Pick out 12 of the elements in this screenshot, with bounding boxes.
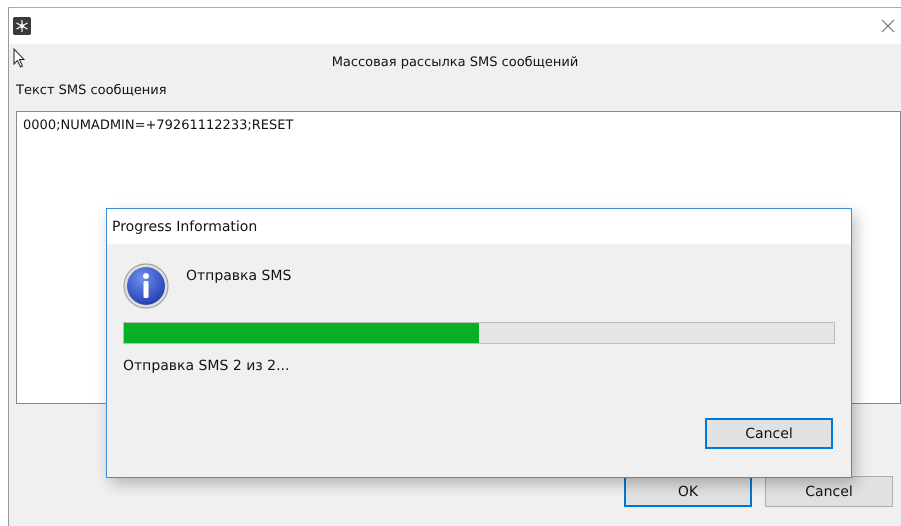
dialog-button[interactable]: OK (624, 476, 752, 507)
progress-caption: Отправка SMS (186, 268, 292, 284)
progress-status: Отправка SMS 2 из 2... (123, 358, 290, 374)
info-icon (123, 263, 169, 309)
message-label: Текст SMS сообщения (16, 83, 168, 100)
cancel-button[interactable]: Cancel (705, 418, 833, 449)
dialog-button[interactable]: Cancel (765, 476, 893, 507)
mouse-pointer-icon (13, 48, 25, 68)
close-icon[interactable] (881, 19, 895, 33)
dialog-title: Progress Information (112, 218, 258, 234)
app-icon (13, 17, 31, 35)
dialog-heading: Массовая рассылка SMS сообщений (332, 55, 578, 72)
